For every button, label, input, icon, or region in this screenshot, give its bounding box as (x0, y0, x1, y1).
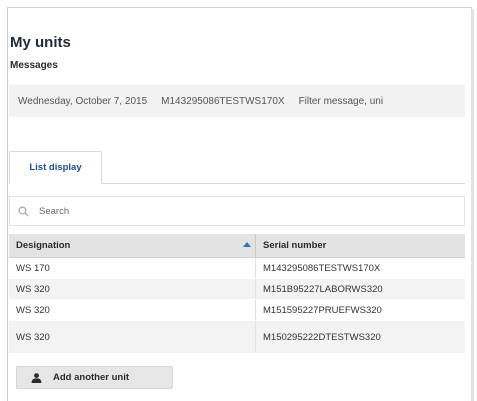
column-header-serial-number[interactable]: Serial number (256, 234, 465, 257)
cell-serial-number: M151B95227LABORWS320 (263, 283, 383, 295)
cell-designation: WS 170 (9, 258, 256, 278)
page-title: My units (10, 34, 71, 51)
search-box[interactable] (9, 196, 465, 226)
cell-serial-number: M151595227PRUEFWS320 (263, 304, 382, 316)
sort-ascending-icon[interactable] (243, 242, 251, 247)
table-row[interactable]: WS 320 M151595227PRUEFWS320 (9, 300, 465, 321)
message-item[interactable]: Wednesday, October 7, 2015 M143295086TES… (9, 85, 465, 117)
add-another-unit-button[interactable]: Add another unit (16, 366, 173, 389)
table-row[interactable]: WS 170 M143295086TESTWS170X (9, 258, 465, 279)
tab-list-display[interactable]: List display (9, 151, 102, 184)
column-header-label: Serial number (263, 240, 327, 251)
column-header-label: Designation (16, 240, 71, 251)
message-text: Filter message, uni (298, 95, 384, 107)
column-header-designation[interactable]: Designation (9, 234, 256, 257)
user-icon (31, 372, 42, 383)
tab-bar: List display (9, 151, 465, 184)
cell-designation: WS 320 (9, 300, 256, 320)
search-input[interactable] (39, 205, 419, 217)
cell-serial-number: M150295222DTESTWS320 (263, 331, 381, 343)
message-unit: M143295086TESTWS170X (161, 95, 285, 107)
frame-shadow (471, 9, 474, 401)
cell-designation: WS 320 (9, 279, 256, 299)
table-row[interactable]: WS 320 M150295222DTESTWS320 (9, 321, 465, 354)
messages-heading: Messages (10, 60, 58, 71)
units-table: Designation Serial number WS 170 M143295… (9, 234, 465, 354)
search-icon (18, 205, 29, 217)
cell-designation: WS 320 (9, 321, 256, 353)
table-header: Designation Serial number (9, 234, 465, 258)
message-date: Wednesday, October 7, 2015 (18, 95, 148, 107)
table-row[interactable]: WS 320 M151B95227LABORWS320 (9, 279, 465, 300)
add-another-unit-label: Add another unit (53, 372, 129, 383)
cell-serial-number: M143295086TESTWS170X (263, 262, 381, 274)
